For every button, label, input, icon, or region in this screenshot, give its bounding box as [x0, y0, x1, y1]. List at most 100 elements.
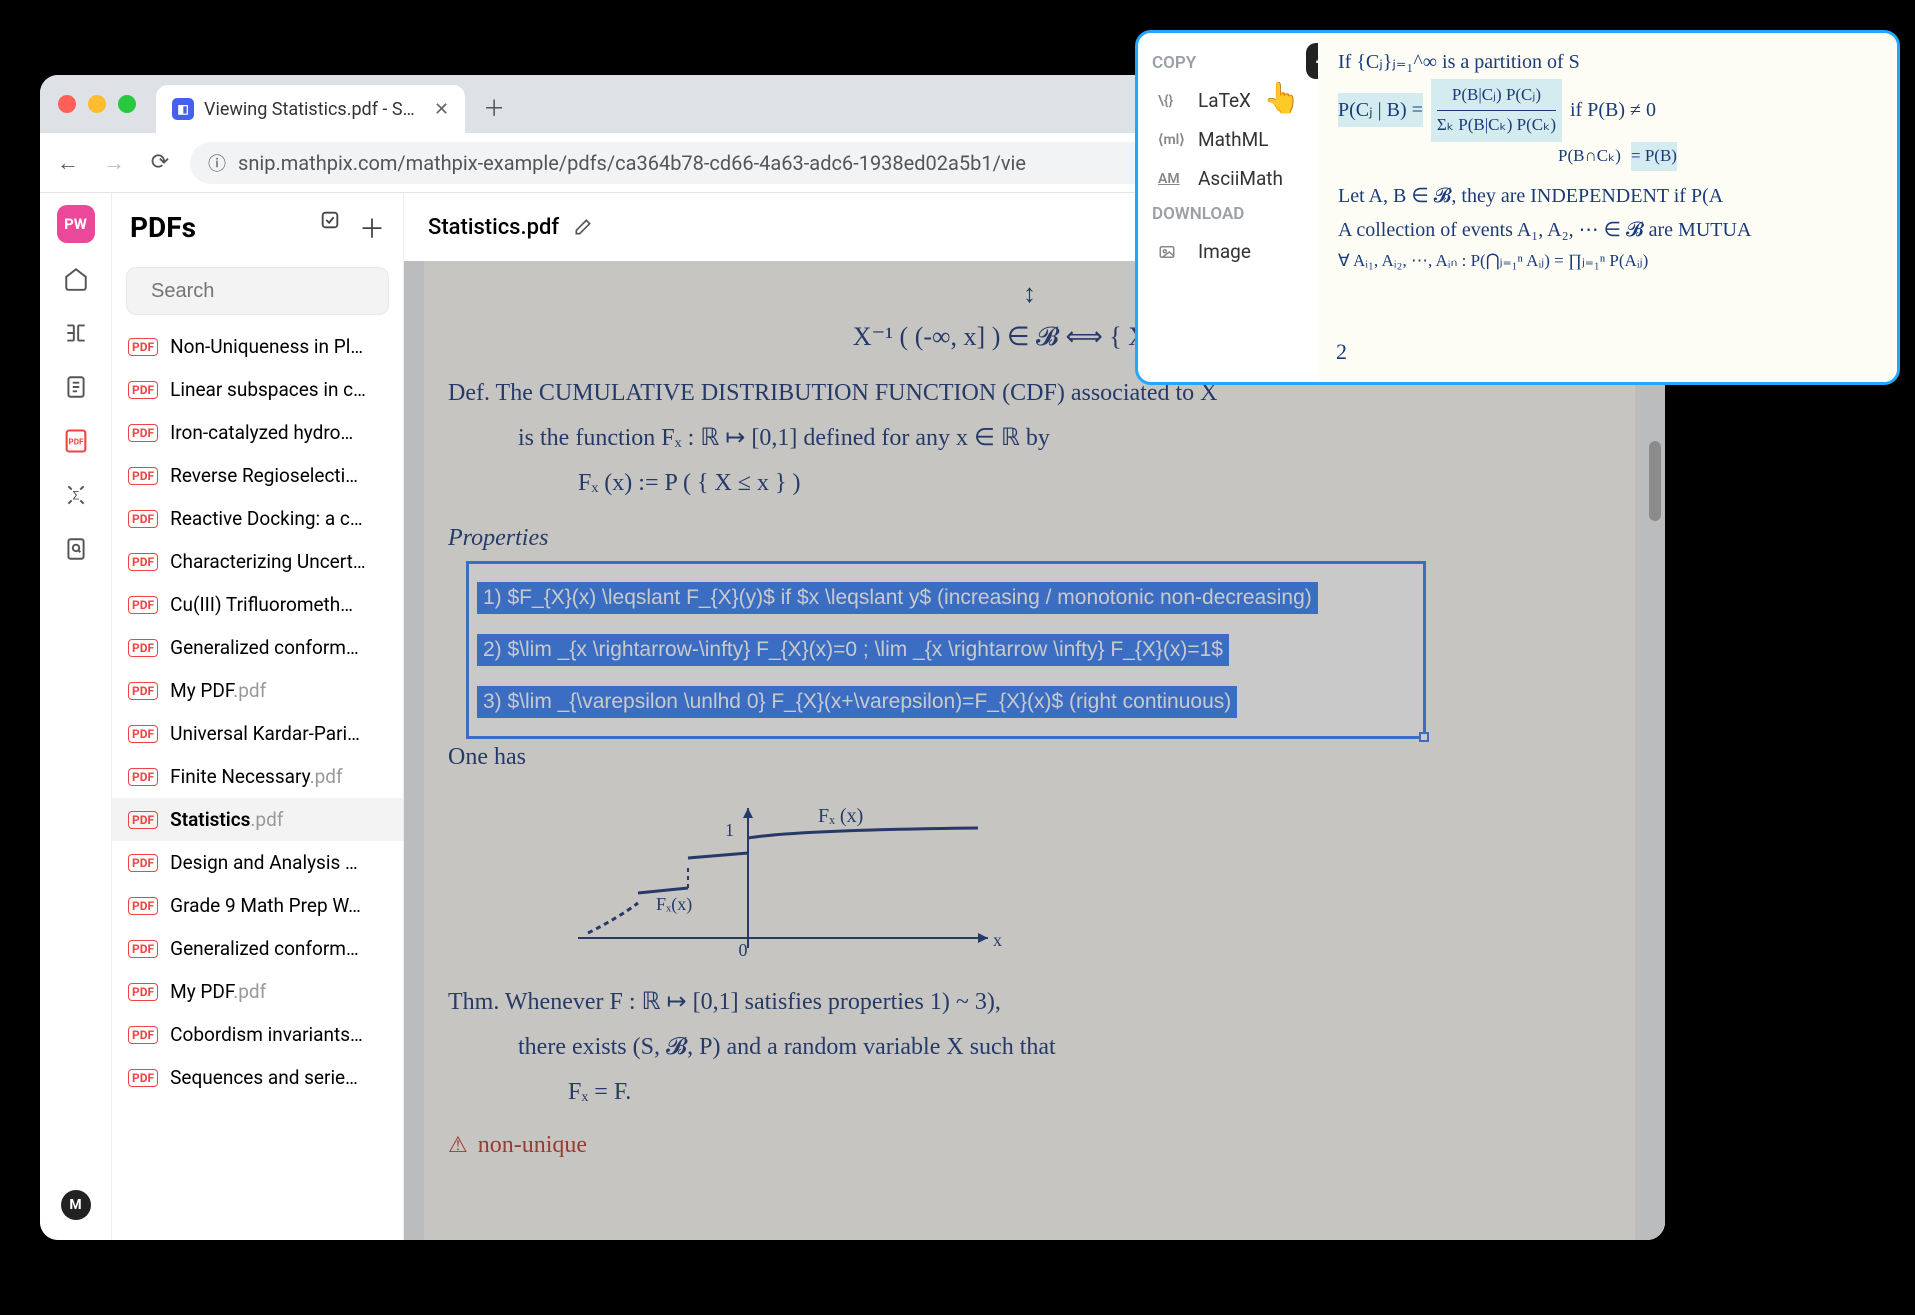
browser-tab[interactable]: ◧ Viewing Statistics.pdf - Snip ✕	[156, 85, 465, 133]
warning-row: ⚠ non-unique	[448, 1125, 1611, 1166]
sidebar-file-item[interactable]: PDFMy PDF.pdf	[112, 669, 403, 712]
sidebar-file-item[interactable]: PDFGeneralized conform…	[112, 626, 403, 669]
warning-text: non-unique	[478, 1125, 587, 1166]
file-name: Non-Uniqueness in Pl…	[170, 335, 387, 358]
download-section-label: DOWNLOAD	[1152, 204, 1304, 224]
sidebar-file-item[interactable]: PDFGeneralized conform…	[112, 927, 403, 970]
document-canvas[interactable]: ↕ X⁻¹ ( (-∞, x] ) ∈ 𝓑 ⟺ { X ≤ x } Def. T…	[404, 261, 1665, 1240]
asciimath-icon: AM	[1158, 171, 1186, 187]
ocr-selection-box[interactable]: 1) $F_{X}(x) \leqslant F_{X}(y)$ if $x \…	[466, 561, 1426, 739]
sidebar-file-item[interactable]: PDFReactive Docking: a c…	[112, 497, 403, 540]
sidebar-file-item[interactable]: PDFMy PDF.pdf	[112, 970, 403, 1013]
file-name: Finite Necessary.pdf	[170, 765, 387, 788]
sidebar-file-item[interactable]: PDFGrade 9 Math Prep W…	[112, 884, 403, 927]
page-content: ↕ X⁻¹ ( (-∞, x] ) ∈ 𝓑 ⟺ { X ≤ x } Def. T…	[424, 261, 1635, 1240]
sidebar-file-item[interactable]: PDFCu(III) Trifluorometh…	[112, 583, 403, 626]
sidebar-file-item[interactable]: PDFCobordism invariants…	[112, 1013, 403, 1056]
svg-text:0: 0	[739, 940, 748, 958]
download-image-button[interactable]: Image	[1152, 232, 1304, 271]
graph-label-left: Fₓ(x)	[656, 894, 692, 915]
workspace-logo[interactable]: PW	[57, 205, 95, 243]
selection-line-3: 3) $\lim _{\varepsilon \unlhd 0} F_{X}(x…	[477, 686, 1237, 718]
svg-text:x: x	[993, 930, 1002, 950]
sidebar-file-item[interactable]: PDF Finite Necessary.pdf	[112, 755, 403, 798]
preview-eq-rhs: = P(B)	[1631, 142, 1677, 171]
new-tab-button[interactable]: ＋	[483, 91, 505, 123]
pdf-badge-icon: PDF	[128, 510, 158, 528]
copy-asciimath-button[interactable]: AM AsciiMath	[1152, 159, 1304, 198]
window-minimize-button[interactable]	[88, 95, 106, 113]
pdf-badge-icon: PDF	[128, 639, 158, 657]
file-name: Characterizing Uncert…	[170, 550, 387, 573]
preview-line-1: If {Cⱼ}ⱼ₌₁^∞ is a partition of S	[1338, 45, 1883, 79]
search-input[interactable]	[151, 280, 416, 303]
preview-eq-cond: if P(B) ≠ 0	[1570, 93, 1656, 127]
window-close-button[interactable]	[58, 95, 76, 113]
sidebar-file-item[interactable]: PDFUniversal Kardar-Pari…	[112, 712, 403, 755]
preview-eq-denom: Σₖ P(B|Cₖ) P(Cₖ)	[1437, 111, 1556, 140]
reload-button[interactable]: ⟳	[144, 147, 176, 179]
warning-icon: ⚠	[448, 1126, 468, 1163]
scrollbar-thumb[interactable]	[1649, 441, 1661, 521]
add-icon[interactable]: ＋	[359, 209, 385, 246]
edit-title-icon[interactable]	[573, 217, 593, 237]
copy-asciimath-label: AsciiMath	[1198, 167, 1283, 190]
preview-line-5: ∀ Aᵢ₁, Aᵢ₂, ⋯, Aᵢₙ : P(⋂ⱼ₌₁ⁿ Aᵢⱼ) = ∏ⱼ₌₁…	[1338, 247, 1883, 276]
search-box[interactable]	[126, 267, 389, 315]
copy-latex-label: LaTeX	[1198, 89, 1251, 112]
ocr-preview: If {Cⱼ}ⱼ₌₁^∞ is a partition of S P(Cⱼ | …	[1318, 33, 1897, 382]
pdf-badge-icon: PDF	[128, 338, 158, 356]
preview-eq-lhs: P(Cⱼ | B) =	[1338, 93, 1423, 127]
sidebar-file-item[interactable]: PDFSequences and serie…	[112, 1056, 403, 1099]
sigma-icon[interactable]: Σ	[58, 477, 94, 513]
document-icon[interactable]	[58, 369, 94, 405]
pdf-badge-icon: PDF	[128, 553, 158, 571]
home-icon[interactable]	[58, 261, 94, 297]
sidebar: PDFs ＋ PDF Non-Uniqueness in Pl… PDFLinear…	[112, 193, 404, 1240]
file-name: Universal Kardar-Pari…	[170, 722, 387, 745]
copy-section-label: COPY	[1152, 53, 1304, 73]
document-title: Statistics.pdf	[428, 215, 559, 240]
theorem-line-1: Thm. Whenever F : ℝ ↦ [0,1] satisfies pr…	[448, 982, 1611, 1023]
file-list: PDF Non-Uniqueness in Pl… PDFLinear subspa…	[112, 325, 403, 1240]
sidebar-file-item[interactable]: PDFIron-catalyzed hydro…	[112, 411, 403, 454]
pdf-badge-icon: PDF	[128, 467, 158, 485]
select-mode-icon[interactable]	[319, 209, 341, 246]
window-zoom-button[interactable]	[118, 95, 136, 113]
sidebar-title: PDFs	[130, 211, 196, 244]
tree-icon[interactable]	[58, 315, 94, 351]
preview-line-4: A collection of events A₁, A₂, ⋯ ∈ 𝓑 are…	[1338, 213, 1883, 247]
user-avatar[interactable]: M	[61, 1190, 91, 1220]
file-name: My PDF.pdf	[170, 980, 387, 1003]
file-name: My PDF.pdf	[170, 679, 387, 702]
preview-eq-under: P(B∩Cₖ)	[1558, 142, 1621, 171]
scrollbar[interactable]	[1647, 261, 1663, 1240]
sidebar-file-item[interactable]: PDFLinear subspaces in c…	[112, 368, 403, 411]
preview-eq-numer: P(B|Cⱼ) P(Cⱼ)	[1452, 81, 1541, 110]
search-doc-icon[interactable]	[58, 531, 94, 567]
pdf-icon[interactable]: PDF	[58, 423, 94, 459]
mathml-icon: ⟨ml⟩	[1158, 132, 1186, 148]
sidebar-file-item[interactable]: PDFDesign and Analysis …	[112, 841, 403, 884]
sidebar-file-item[interactable]: PDFReverse Regioselecti…	[112, 454, 403, 497]
copy-mathml-button[interactable]: ⟨ml⟩ MathML	[1152, 120, 1304, 159]
sidebar-file-item[interactable]: PDF Characterizing Uncert…	[112, 540, 403, 583]
copy-mathml-label: MathML	[1198, 128, 1268, 151]
sidebar-file-item[interactable]: PDF Non-Uniqueness in Pl…	[112, 325, 403, 368]
window-controls	[58, 95, 136, 113]
theorem-line-2: there exists (S, 𝓑, P) and a random vari…	[518, 1027, 1611, 1068]
definition-line-2: is the function Fₓ : ℝ ↦ [0,1] defined f…	[518, 418, 1611, 459]
site-info-icon[interactable]: ⓘ	[208, 150, 226, 176]
sidebar-file-item[interactable]: PDFStatistics.pdf	[112, 798, 403, 841]
theorem-line-3: Fₓ = F.	[568, 1072, 1611, 1113]
pdf-badge-icon: PDF	[128, 768, 158, 786]
svg-text:1: 1	[725, 820, 734, 840]
pdf-badge-icon: PDF	[128, 940, 158, 958]
back-button[interactable]: ←	[52, 147, 84, 179]
sidebar-header: PDFs ＋	[112, 193, 403, 261]
ocr-menu: ⋯ COPY \{} LaTeX ⟨ml⟩ MathML AM AsciiMat…	[1138, 33, 1318, 382]
tab-close-button[interactable]: ✕	[434, 99, 449, 120]
preview-page-number: 2	[1336, 333, 1347, 370]
selection-resize-handle[interactable]	[1419, 732, 1429, 742]
forward-button[interactable]: →	[98, 147, 130, 179]
